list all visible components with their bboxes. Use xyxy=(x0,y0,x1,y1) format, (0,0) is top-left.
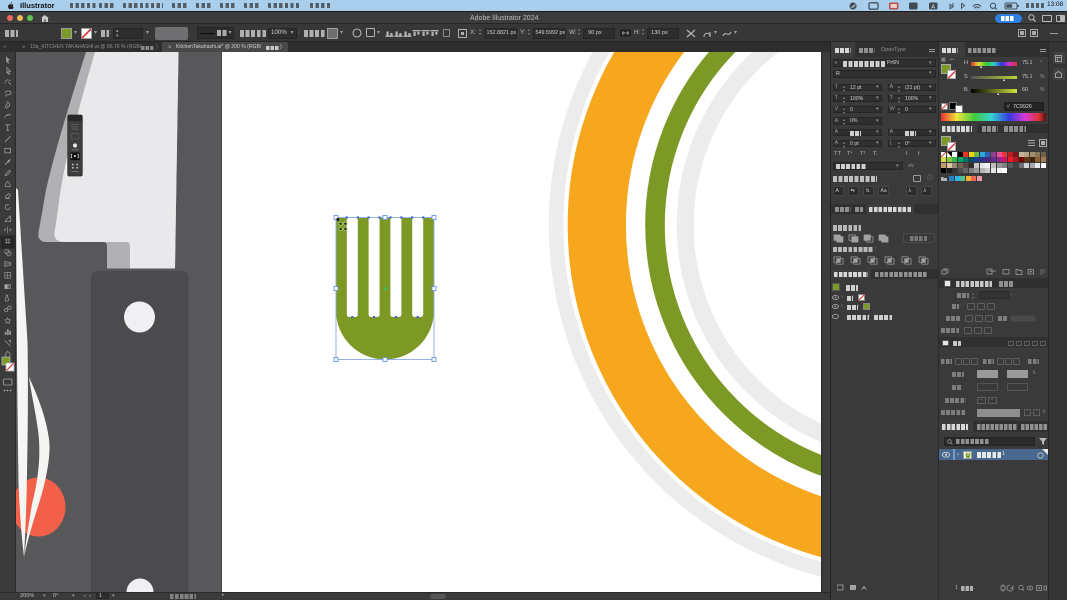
svg-text:A: A xyxy=(931,4,935,10)
